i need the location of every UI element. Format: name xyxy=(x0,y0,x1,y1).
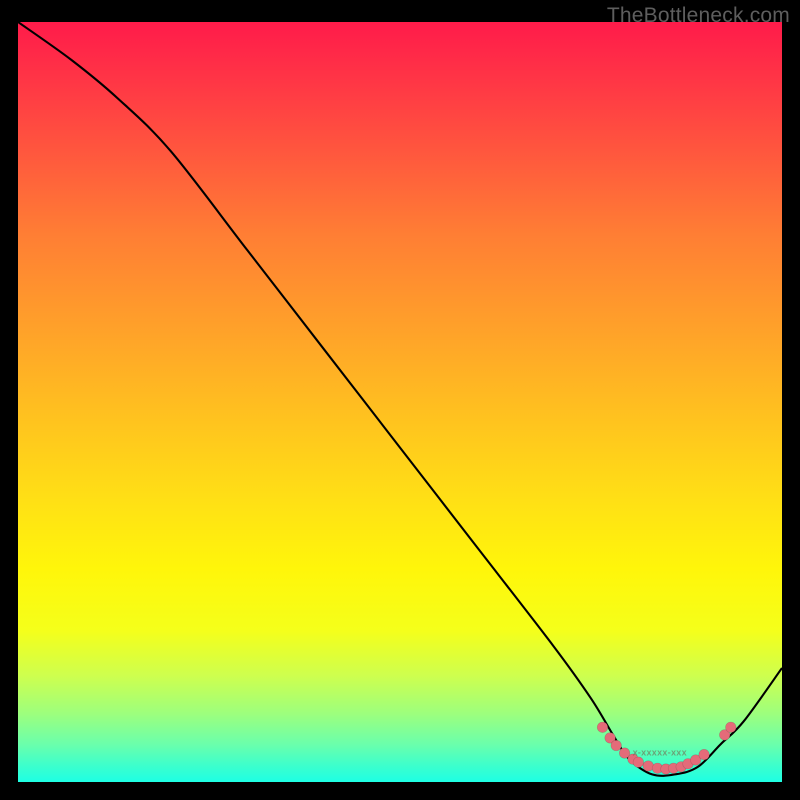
scatter-point xyxy=(643,761,654,772)
watermark-text: TheBottleneck.com xyxy=(607,4,790,28)
scatter-point xyxy=(699,749,710,760)
chart-stage: TheBottleneck.com x-xxxxx-xxx xyxy=(0,0,800,800)
chart-overlay: x-xxxxx-xxx xyxy=(18,22,782,782)
scatter-point xyxy=(597,722,608,733)
scatter-point xyxy=(633,757,644,768)
scatter-point xyxy=(611,740,622,751)
plot-area: x-xxxxx-xxx xyxy=(18,22,782,782)
scatter-annotation: x-xxxxx-xxx xyxy=(633,747,687,757)
bottleneck-curve xyxy=(18,22,782,776)
scatter-point xyxy=(726,722,737,733)
